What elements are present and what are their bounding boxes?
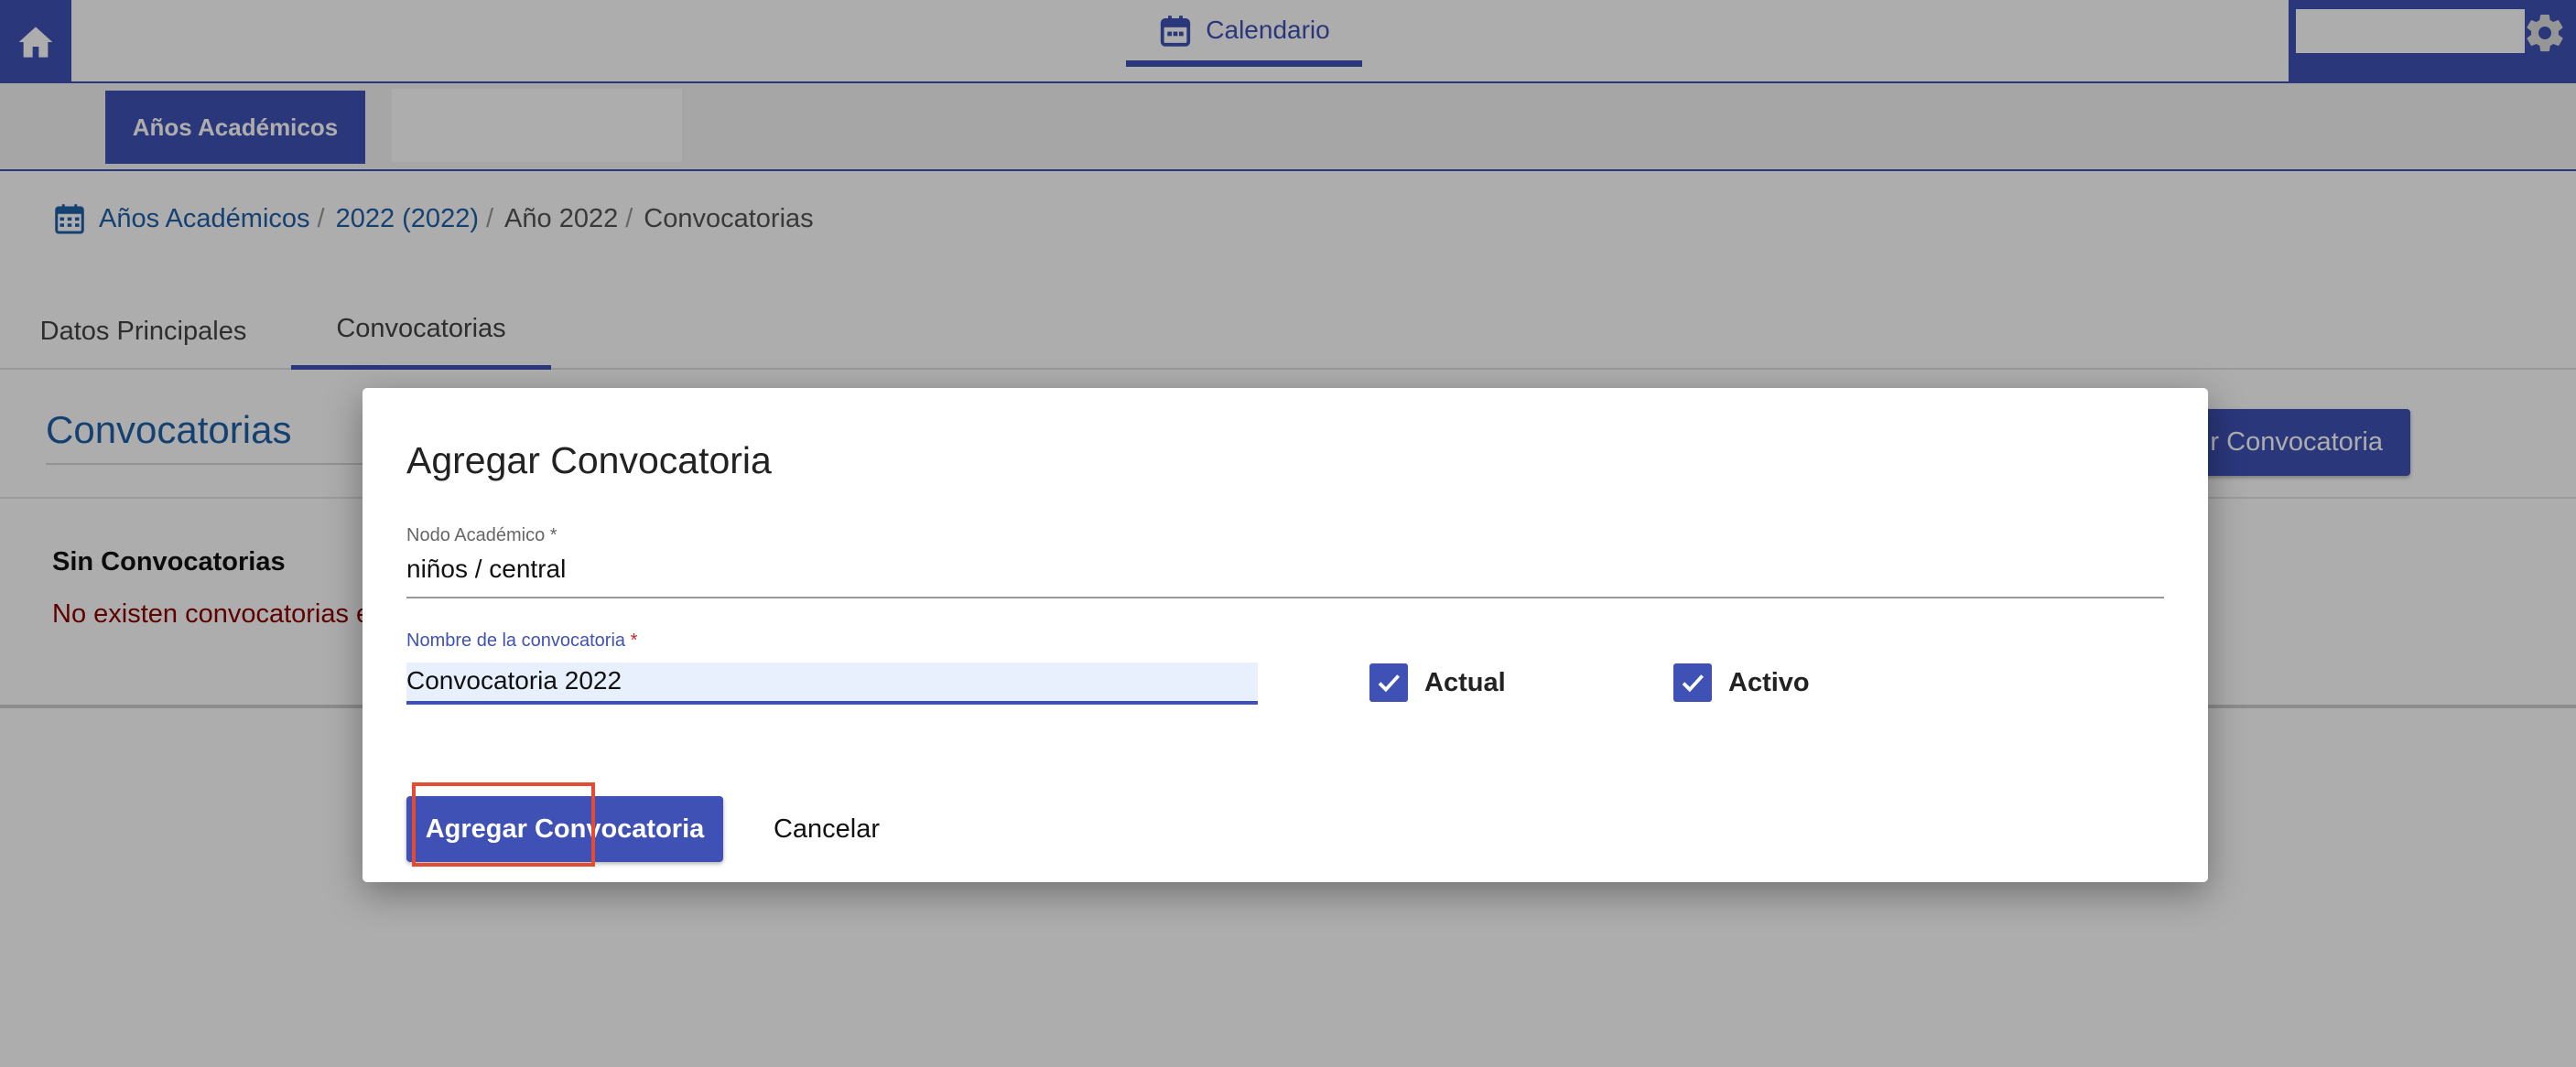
nombre-convocatoria-input[interactable]: Convocatoria 2022: [406, 663, 1258, 705]
add-convocatoria-dialog: Agregar Convocatoria Nodo Académico * ni…: [363, 388, 2208, 882]
checkbox-checked-icon[interactable]: [1673, 663, 1712, 702]
checkbox-activo[interactable]: Activo: [1673, 663, 1810, 702]
checkbox-checked-icon[interactable]: [1369, 663, 1408, 702]
nodo-academico-field[interactable]: niños / central: [406, 555, 2164, 598]
checkbox-label: Activo: [1728, 667, 1810, 697]
checkmark-icon: [1378, 674, 1401, 693]
checkmark-icon: [1682, 674, 1705, 693]
cancel-button[interactable]: Cancelar: [758, 796, 895, 862]
required-mark: *: [549, 525, 557, 545]
checkbox-label: Actual: [1424, 667, 1506, 697]
required-mark: *: [630, 630, 638, 651]
nombre-convocatoria-label: Nombre de la convocatoria *: [406, 630, 637, 652]
dialog-title: Agregar Convocatoria: [406, 439, 772, 481]
nodo-academico-label: Nodo Académico *: [406, 525, 557, 546]
field-label-text: Nombre de la convocatoria: [406, 630, 626, 651]
highlight-box: [412, 782, 595, 867]
checkbox-actual[interactable]: Actual: [1369, 663, 1506, 702]
field-label-text: Nodo Académico: [406, 525, 546, 545]
